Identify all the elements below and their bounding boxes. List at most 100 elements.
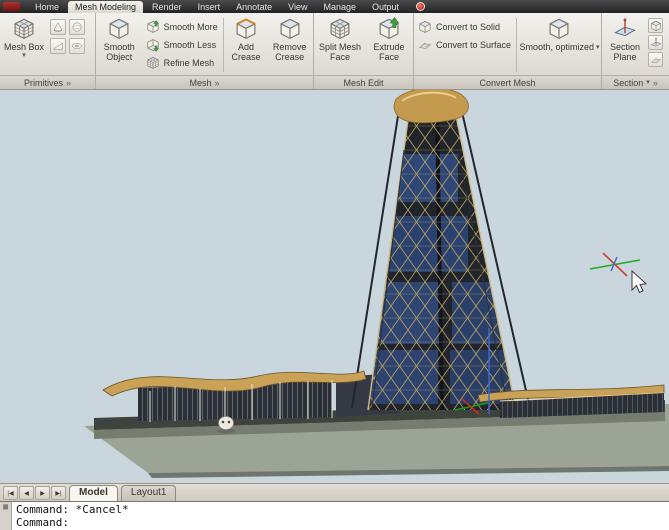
ribbon-separator [516, 18, 517, 72]
command-input-line[interactable]: Command: [16, 516, 667, 529]
convert-to-surface-icon [418, 38, 432, 52]
tab-manage[interactable]: Manage [316, 1, 363, 13]
add-crease-label: Add Crease [226, 42, 267, 62]
smooth-less-button[interactable]: Smooth Less [143, 36, 221, 53]
extrude-face-icon [377, 17, 401, 41]
panel-section-dropdown-icon[interactable]: ▾ [646, 79, 650, 86]
panel-caption-convert-mesh[interactable]: Convert Mesh [414, 75, 601, 89]
last-tab-button[interactable]: ▶| [51, 486, 66, 500]
smooth-object-button[interactable]: Smooth Object [97, 15, 142, 75]
panel-overflow-icon[interactable]: » [653, 78, 658, 88]
mesh-sphere-button[interactable] [69, 19, 85, 35]
mesh-box-button[interactable]: Mesh Box ▾ [1, 15, 47, 75]
add-crease-button[interactable]: Add Crease [226, 15, 267, 75]
smooth-optimized-button[interactable]: Smooth, optimized ▾ [519, 15, 600, 75]
tab-view[interactable]: View [281, 1, 314, 13]
app-logo-icon[interactable] [3, 2, 20, 11]
section-plane-label: Section Plane [603, 42, 647, 62]
smooth-optimized-dropdown-icon[interactable]: ▾ [596, 44, 600, 51]
smooth-less-icon [146, 38, 160, 52]
panel-caption-section[interactable]: Section ▾ » [602, 75, 669, 89]
section-plane-button[interactable]: Section Plane [603, 15, 647, 75]
command-window-grip[interactable]: ▦ [0, 502, 12, 530]
section-plane-small-icon [650, 37, 662, 49]
section-cube-icon [650, 20, 662, 32]
convert-to-surface-label: Convert to Surface [436, 40, 511, 50]
mesh-wedge-button[interactable] [50, 38, 66, 54]
mesh-box-dropdown-icon[interactable]: ▾ [22, 52, 26, 59]
tab-annotate[interactable]: Annotate [229, 1, 279, 13]
panel-caption-mesh-edit[interactable]: Mesh Edit [314, 75, 413, 89]
split-mesh-face-icon [328, 17, 352, 41]
section-tool-middle-button[interactable] [648, 35, 663, 50]
convert-to-solid-icon [418, 20, 432, 34]
panel-caption-section-label: Section [613, 78, 643, 88]
next-tab-button[interactable]: ▶ [35, 486, 50, 500]
smooth-optimized-label: Smooth, optimized [519, 42, 594, 52]
refine-mesh-label: Refine Mesh [164, 58, 215, 68]
3d-model-scene [0, 90, 669, 483]
smooth-more-icon [146, 20, 160, 34]
panel-caption-mesh-label: Mesh [189, 78, 211, 88]
extrude-face-button[interactable]: Extrude Face [366, 15, 412, 75]
tab-output[interactable]: Output [365, 1, 406, 13]
mesh-box-icon [12, 17, 36, 41]
split-mesh-face-button[interactable]: Split Mesh Face [315, 15, 365, 75]
panel-caption-mesh[interactable]: Mesh » [96, 75, 313, 89]
ribbon: Mesh Box ▾ Primitives » Smooth Object [0, 13, 669, 90]
section-tool-top-button[interactable] [648, 18, 663, 33]
smooth-more-button[interactable]: Smooth More [143, 18, 221, 35]
command-history-line: Command: *Cancel* [16, 503, 667, 516]
command-grip-icon: ▦ [3, 502, 8, 511]
drawing-viewport[interactable] [0, 90, 669, 483]
ribbon-separator [223, 18, 224, 72]
extrude-face-label: Extrude Face [366, 42, 412, 62]
panel-convert-mesh: Convert to Solid Convert to Surface Smoo… [414, 13, 602, 89]
tab-insert[interactable]: Insert [191, 1, 228, 13]
panel-overflow-icon[interactable]: » [66, 78, 71, 88]
refine-mesh-icon [146, 56, 160, 70]
panel-caption-mesh-edit-label: Mesh Edit [343, 78, 383, 88]
first-tab-button[interactable]: |◀ [3, 486, 18, 500]
panel-caption-convert-mesh-label: Convert Mesh [479, 78, 535, 88]
split-mesh-face-label: Split Mesh Face [315, 42, 365, 62]
panel-mesh: Smooth Object Smooth More Smooth Less Re… [96, 13, 314, 89]
smooth-optimized-icon [547, 17, 571, 41]
section-sheet-icon [650, 54, 662, 66]
smooth-more-label: Smooth More [164, 22, 218, 32]
tab-render[interactable]: Render [145, 1, 189, 13]
command-window: ▦ Command: *Cancel* Command: [0, 501, 669, 530]
previous-tab-button[interactable]: ◀ [19, 486, 34, 500]
mesh-wedge-icon [52, 40, 64, 52]
smooth-less-label: Smooth Less [164, 40, 217, 50]
panel-overflow-icon[interactable]: » [215, 78, 220, 88]
mesh-cone-button[interactable] [50, 19, 66, 35]
convert-to-solid-button[interactable]: Convert to Solid [415, 18, 514, 35]
panel-mesh-edit: Split Mesh Face Extrude Face Mesh Edit [314, 13, 414, 89]
convert-to-surface-button[interactable]: Convert to Surface [415, 36, 514, 53]
remove-crease-label: Remove Crease [267, 42, 312, 62]
layout-tab-bar: |◀ ◀ ▶ ▶| Model Layout1 [0, 483, 669, 501]
panel-section: Section Plane Section ▾ » [602, 13, 669, 89]
tab-model[interactable]: Model [69, 485, 118, 501]
mesh-torus-icon [71, 40, 83, 52]
mesh-sphere-icon [71, 21, 83, 33]
convert-to-solid-label: Convert to Solid [436, 22, 500, 32]
smooth-object-label: Smooth Object [97, 42, 142, 62]
smooth-object-icon [107, 17, 131, 41]
section-tool-bottom-button[interactable] [648, 52, 663, 67]
mesh-box-label: Mesh Box [4, 42, 44, 52]
mesh-torus-button[interactable] [69, 38, 85, 54]
tab-home[interactable]: Home [28, 1, 66, 13]
remove-crease-button[interactable]: Remove Crease [267, 15, 312, 75]
refine-mesh-button[interactable]: Refine Mesh [143, 54, 221, 71]
section-plane-icon [613, 17, 637, 41]
panel-caption-primitives[interactable]: Primitives » [0, 75, 95, 89]
red-status-icon[interactable] [416, 2, 425, 11]
tab-mesh-modeling[interactable]: Mesh Modeling [68, 1, 143, 13]
remove-crease-icon [278, 17, 302, 41]
tab-layout1[interactable]: Layout1 [121, 485, 177, 501]
panel-caption-primitives-label: Primitives [24, 78, 63, 88]
mesh-cone-icon [52, 21, 64, 33]
panel-primitives: Mesh Box ▾ Primitives » [0, 13, 96, 89]
